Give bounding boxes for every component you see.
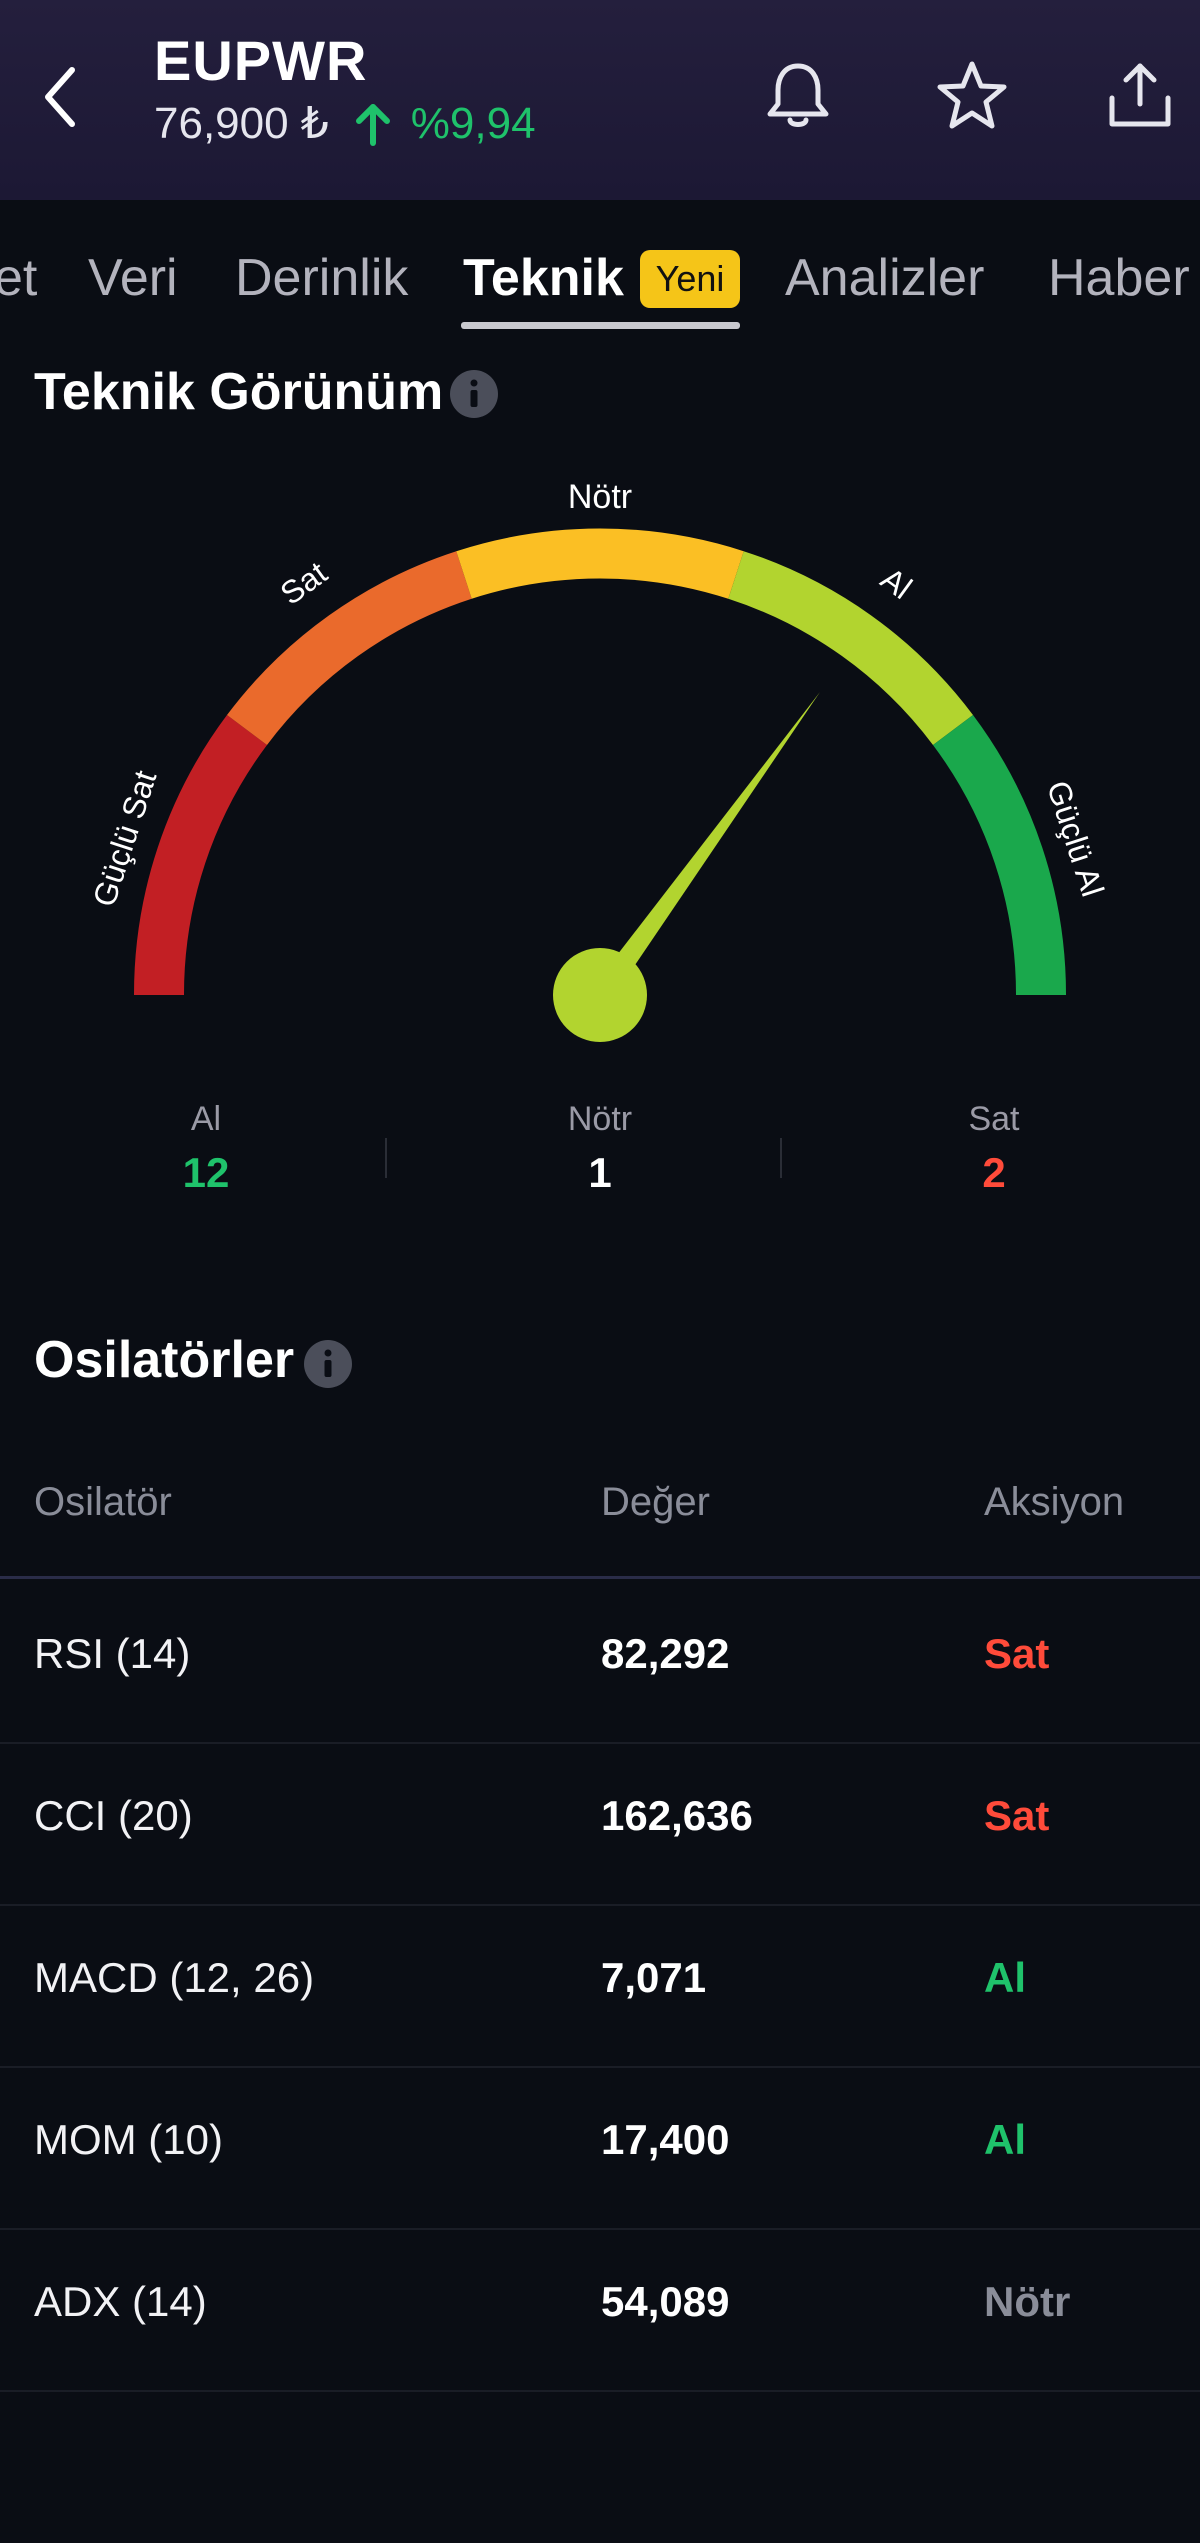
gauge-segment-buy <box>728 551 973 746</box>
info-icon[interactable] <box>449 369 499 419</box>
tab-analizler[interactable]: Analizler <box>785 248 984 308</box>
technical-title: Teknik Görünüm <box>34 363 444 421</box>
oscillator-action: Sat <box>984 1792 1050 1839</box>
star-icon[interactable] <box>934 58 1010 134</box>
table-row[interactable]: MACD (12, 26) 7,071 Al <box>0 1904 1200 2068</box>
summary-buy-label: Al <box>190 1100 222 1138</box>
new-badge: Yeni <box>640 250 740 308</box>
tab-derinlik[interactable]: Derinlik <box>235 248 408 308</box>
oscillators-title: Osilatörler <box>34 1331 295 1389</box>
oscillator-name: ADX (14) <box>34 2278 207 2325</box>
column-header-oscillator: Osilatör <box>34 1480 172 1524</box>
gauge-segment-strong-buy <box>932 715 1067 996</box>
gauge-segment-strong-sell <box>133 715 268 996</box>
tab-haber[interactable]: Haber <box>1048 248 1190 308</box>
oscillator-value: 54,089 <box>601 2278 730 2325</box>
oscillator-value: 82,292 <box>601 1630 730 1677</box>
gauge-label-buy: Al <box>874 560 918 606</box>
summary-neutral: Nötr 1 <box>500 1100 700 1197</box>
gauge-needle <box>594 692 820 999</box>
summary-buy: Al 12 <box>106 1100 306 1197</box>
ticker-symbol: EUPWR <box>154 29 368 92</box>
summary-neutral-count: 1 <box>588 1149 612 1196</box>
table-row[interactable]: ADX (14) 54,089 Nötr <box>0 2228 1200 2392</box>
price-change: %9,94 <box>410 98 536 148</box>
oscillator-action: Al <box>984 1954 1026 2001</box>
summary-sell-count: 2 <box>982 1149 1006 1196</box>
oscillator-action: Nötr <box>984 2278 1071 2325</box>
tab-veri[interactable]: Veri <box>88 248 178 308</box>
app-header: EUPWR 76,900 ₺ %9,94 <box>0 0 1200 200</box>
tab-teknik[interactable]: Teknik <box>463 248 624 308</box>
column-header-value: Değer <box>601 1480 710 1524</box>
oscillator-name: RSI (14) <box>34 1630 191 1677</box>
oscillator-value: 17,400 <box>601 2116 730 2163</box>
info-icon[interactable] <box>303 1339 353 1389</box>
oscillator-name: MACD (12, 26) <box>34 1954 315 2001</box>
bell-icon[interactable] <box>760 58 836 134</box>
oscillator-value: 7,071 <box>601 1954 707 2001</box>
tab-partial[interactable]: et <box>0 248 37 308</box>
summary-divider <box>780 1138 782 1178</box>
active-tab-indicator <box>461 322 740 329</box>
summary-neutral-label: Nötr <box>567 1100 633 1138</box>
summary-sell: Sat 2 <box>894 1100 1094 1197</box>
tab-bar: et Veri Derinlik Teknik Analizler Haber <box>0 200 1200 330</box>
back-arrow-icon[interactable] <box>38 62 82 132</box>
table-row[interactable]: MOM (10) 17,400 Al <box>0 2066 1200 2230</box>
oscillator-value: 162,636 <box>601 1792 753 1839</box>
gauge-segment-sell <box>227 551 472 746</box>
column-header-action: Aksiyon <box>984 1480 1125 1524</box>
table-row[interactable]: RSI (14) 82,292 Sat <box>0 1580 1200 1744</box>
gauge-needle-hub <box>553 948 647 1042</box>
gauge-label-neutral: Nötr <box>568 478 632 516</box>
oscillator-action: Sat <box>984 1630 1050 1677</box>
technical-gauge: Güçlü Sat Sat Nötr Al Güçlü Al <box>86 478 1111 1042</box>
oscillator-action: Al <box>984 2116 1026 2163</box>
gauge-segment-neutral <box>456 528 744 599</box>
gauge-label-sell: Sat <box>274 554 334 611</box>
table-header-divider <box>0 1576 1200 1579</box>
price-row: 76,900 ₺ %9,94 <box>154 98 536 149</box>
summary-sell-label: Sat <box>968 1100 1020 1138</box>
arrow-up-icon <box>355 103 390 146</box>
table-row[interactable]: CCI (20) 162,636 Sat <box>0 1742 1200 1906</box>
price: 76,900 ₺ <box>154 99 329 148</box>
oscillator-name: CCI (20) <box>34 1792 193 1839</box>
oscillator-name: MOM (10) <box>34 2116 223 2163</box>
summary-buy-count: 12 <box>182 1149 230 1196</box>
summary-divider <box>385 1138 387 1178</box>
share-icon[interactable] <box>1102 58 1178 134</box>
